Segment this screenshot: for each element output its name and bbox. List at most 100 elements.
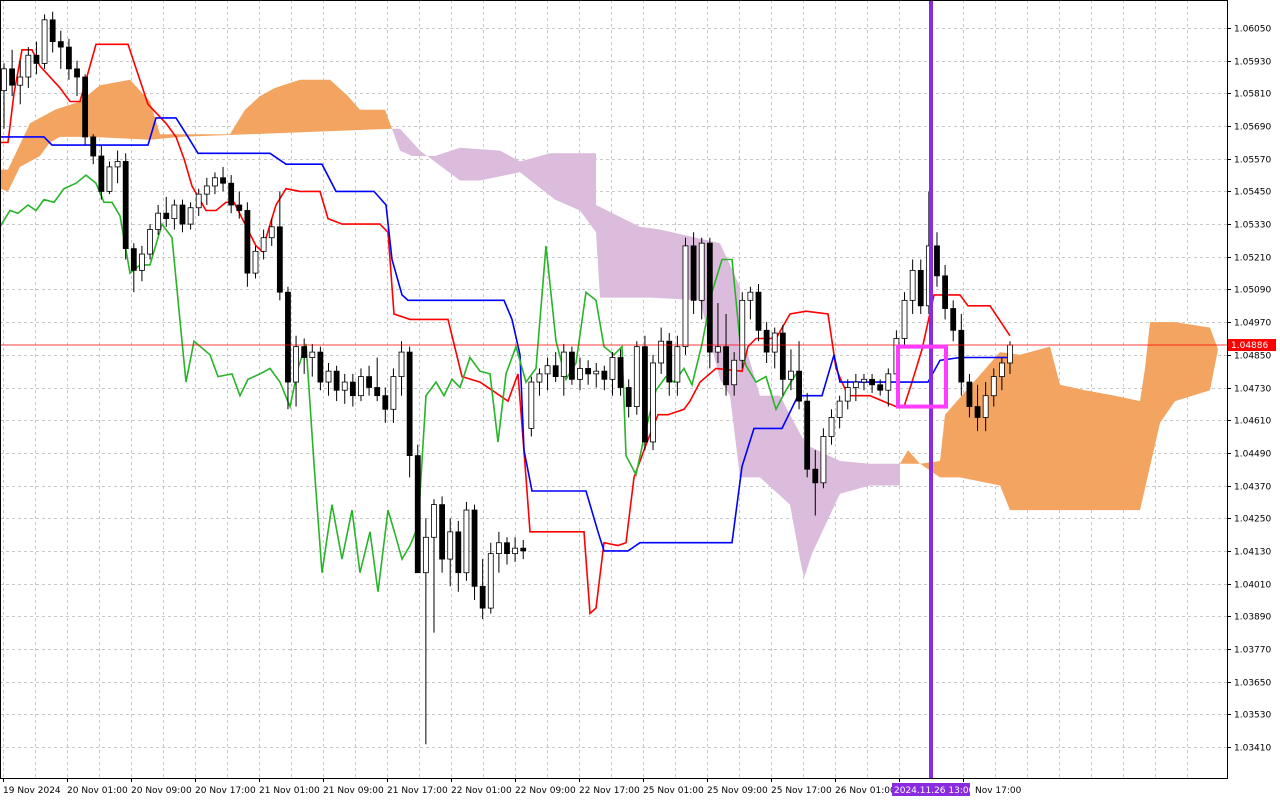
price-tick-label: 1.05690	[1234, 123, 1271, 133]
price-chart: 1.06050 1.05930 1.05810 1.05690 1.05570 1.054…	[0, 0, 1280, 800]
current-price-label: 1.04886	[1231, 341, 1268, 351]
candle-body	[82, 76, 89, 138]
candle	[820, 428, 827, 489]
candle-body	[901, 299, 908, 339]
candle-body	[609, 357, 616, 380]
candle-body	[9, 68, 16, 86]
candle	[122, 153, 129, 260]
time-tick-label: 25 Nov 01:00	[643, 786, 704, 796]
candle-body	[771, 332, 778, 353]
candle-body	[49, 19, 56, 43]
candle-body	[625, 387, 632, 407]
candle-body	[544, 365, 551, 375]
time-tick-label: 20 Nov 09:00	[131, 786, 192, 796]
price-tick-label: 1.05090	[1234, 286, 1271, 296]
candle-body	[244, 210, 251, 274]
candle	[633, 341, 640, 415]
candle-body	[17, 76, 24, 86]
candle-body	[447, 531, 454, 560]
candle-body	[577, 368, 583, 380]
candle	[82, 74, 89, 146]
candle-body	[187, 207, 194, 225]
candle-body	[406, 351, 413, 456]
candle-body	[690, 245, 697, 301]
price-tick-label: 1.03770	[1234, 646, 1271, 656]
time-tick-label: 20 Nov 01:00	[67, 786, 128, 796]
candle-body	[74, 68, 80, 78]
candle	[463, 501, 470, 581]
candle-body	[528, 381, 535, 429]
candle-body	[228, 182, 235, 206]
price-tick-label: 1.05570	[1234, 156, 1271, 166]
candle-body	[706, 242, 713, 353]
time-tick-label: 21 Nov 17:00	[387, 786, 448, 796]
price-tick-label: 1.03890	[1234, 613, 1271, 623]
price-tick-label: 1.04370	[1234, 483, 1271, 493]
candle-body	[358, 376, 364, 397]
candle	[650, 354, 656, 451]
candle-body	[674, 346, 681, 383]
time-tick-label: 20 Nov 17:00	[195, 786, 256, 796]
time-tick-label: 21 Nov 09:00	[323, 786, 384, 796]
candle	[901, 292, 908, 347]
candle-body	[658, 340, 665, 364]
candle-body	[934, 245, 940, 277]
candle-body	[66, 46, 72, 70]
price-tick-label: 1.04130	[1234, 548, 1271, 558]
candle-body	[325, 370, 332, 383]
price-tick-label: 1.04850	[1234, 352, 1271, 362]
candle	[147, 224, 153, 260]
candle-body	[33, 54, 40, 64]
candle-body	[374, 387, 381, 397]
candle-body	[431, 504, 437, 538]
candle-body	[796, 370, 802, 402]
time-tick-label: Nov 17:00	[975, 786, 1022, 796]
candle-body	[990, 376, 997, 397]
candle-body	[552, 365, 559, 378]
candle-body	[998, 362, 1005, 378]
candle-body	[260, 237, 267, 252]
candle-body	[439, 504, 445, 560]
candle-body	[909, 269, 916, 301]
candle-body	[390, 376, 397, 410]
candle-body	[650, 362, 656, 443]
candle-body	[382, 395, 389, 410]
candle-body	[885, 373, 892, 391]
candle-body	[828, 417, 835, 437]
candle-body	[1007, 344, 1013, 364]
candle-body	[861, 378, 867, 383]
price-tick-label: 1.03530	[1234, 711, 1271, 721]
time-tick-label: 22 Nov 09:00	[515, 786, 576, 796]
candle-body	[715, 346, 721, 353]
candle-body	[285, 291, 291, 383]
candle-body	[212, 177, 218, 187]
candle-body	[114, 161, 121, 168]
candle-body	[852, 381, 859, 388]
candle-body	[341, 381, 348, 391]
candle-body	[333, 370, 340, 391]
price-tick-label: 1.04730	[1234, 385, 1271, 395]
candle	[706, 237, 713, 369]
candle-body	[520, 547, 527, 552]
time-tick-label: 22 Nov 17:00	[579, 786, 640, 796]
candle-body	[171, 204, 178, 220]
candle-body	[763, 329, 770, 353]
time-tick-label: 25 Nov 17:00	[771, 786, 832, 796]
candle-body	[414, 455, 421, 574]
candle-body	[268, 226, 275, 239]
candle-body	[106, 166, 113, 192]
candle	[682, 237, 689, 355]
candle-body	[155, 212, 162, 230]
candle-body	[698, 242, 705, 301]
candle-body	[422, 536, 429, 574]
candle-body	[349, 381, 356, 397]
time-tick-label: 25 Nov 09:00	[707, 786, 768, 796]
candle-body	[739, 299, 746, 361]
candle-body	[512, 547, 519, 555]
candle	[642, 335, 648, 451]
candle-body	[642, 346, 648, 443]
candle-body	[293, 346, 299, 383]
candle	[569, 346, 575, 385]
candle-body	[317, 351, 324, 383]
time-tick-label: 22 Nov 01:00	[451, 786, 512, 796]
